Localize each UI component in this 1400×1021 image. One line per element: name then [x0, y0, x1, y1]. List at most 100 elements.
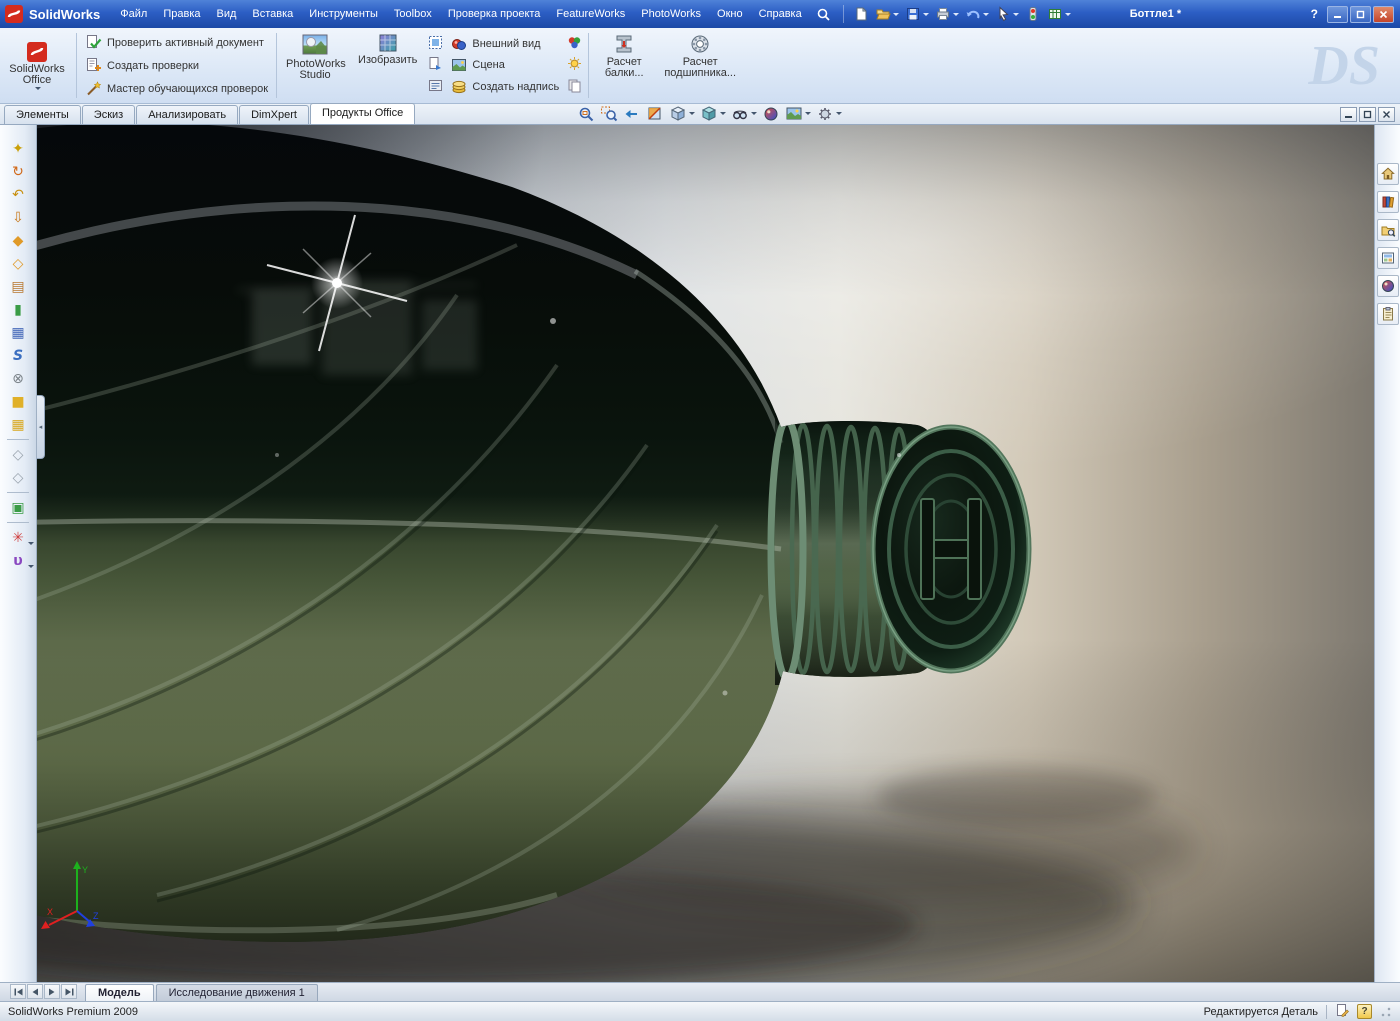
gray-diamond-tool-a-icon[interactable]: ◇ — [4, 443, 33, 466]
file-explorer-icon[interactable] — [1376, 219, 1399, 241]
panel-tool-icon[interactable]: ▤ — [4, 275, 33, 298]
print-icon[interactable] — [932, 2, 962, 26]
view-settings-icon[interactable] — [815, 104, 843, 123]
solidworks-logo-icon — [5, 5, 23, 23]
quick-tips-help-button[interactable]: ? — [1357, 1004, 1372, 1019]
yellow-grid-tool-icon[interactable]: ▦ — [4, 413, 33, 436]
menu-photoworks[interactable]: PhotoWorks — [633, 0, 709, 28]
design-library-icon[interactable] — [1376, 191, 1399, 213]
select-pointer-icon[interactable] — [992, 2, 1022, 26]
illumination-icon[interactable] — [567, 56, 582, 74]
design-table-icon[interactable] — [1044, 2, 1074, 26]
scroll-first-icon[interactable] — [10, 984, 26, 999]
bearing-calculation-button[interactable]: Расчет подшипника... — [661, 31, 739, 100]
apply-scene-icon[interactable] — [784, 104, 812, 123]
doc-close-button[interactable] — [1378, 107, 1395, 122]
appearances-scenes-icon[interactable] — [1376, 275, 1399, 297]
doc-minimize-button[interactable] — [1340, 107, 1357, 122]
decal-button[interactable]: Создать надпись — [451, 77, 559, 97]
photoworks-studio-button[interactable]: PhotoWorks Studio — [283, 31, 347, 100]
menu-insert[interactable]: Вставка — [244, 0, 301, 28]
menu-window[interactable]: Окно — [709, 0, 751, 28]
restore-button[interactable] — [1350, 5, 1371, 23]
custom-properties-icon[interactable] — [1376, 303, 1399, 325]
view-palette-icon[interactable] — [1376, 247, 1399, 269]
menu-tools[interactable]: Инструменты — [301, 0, 386, 28]
toolbar-separator — [842, 5, 844, 23]
scroll-next-icon[interactable] — [44, 984, 60, 999]
render-to-file-icon[interactable] — [428, 56, 443, 74]
display-style-icon[interactable] — [699, 104, 727, 123]
u-spline-menu-tool-icon[interactable]: υ — [4, 549, 34, 572]
asterisk-menu-tool-icon[interactable]: ✳ — [4, 526, 34, 549]
scroll-last-icon[interactable] — [61, 984, 77, 999]
tab-evaluate[interactable]: Анализировать — [136, 105, 239, 124]
learned-checks-wizard-button[interactable]: Мастер обучающихся проверок — [85, 79, 268, 99]
yellow-box-tool-icon[interactable]: ■ — [4, 390, 33, 413]
new-document-icon[interactable] — [850, 2, 872, 26]
materials-balls-icon[interactable] — [567, 35, 582, 53]
arrow-down-tool-icon[interactable]: ⇩ — [4, 206, 33, 229]
appearance-button[interactable]: Внешний вид — [451, 34, 559, 54]
solidworks-office-button[interactable]: SolidWorks Office — [0, 28, 74, 103]
save-icon[interactable] — [902, 2, 932, 26]
render-label: Изобразить — [358, 54, 418, 66]
doc-restore-button[interactable] — [1359, 107, 1376, 122]
tab-dimxpert[interactable]: DimXpert — [239, 105, 309, 124]
beam-calculation-button[interactable]: Расчет балки... — [595, 31, 653, 100]
tab-features[interactable]: Элементы — [4, 105, 81, 124]
feature-manager-splitter[interactable]: ◂ — [37, 395, 45, 459]
check-document-icon — [87, 35, 102, 49]
render-viewport[interactable]: Y X Z — [0, 15, 1400, 995]
compass-tool-icon[interactable]: ✦ — [4, 137, 33, 160]
photoworks-options-icon[interactable] — [428, 78, 443, 96]
copy-settings-icon[interactable] — [567, 78, 582, 96]
beam-calculation-label: Расчет балки... — [604, 56, 644, 79]
menu-toolbox[interactable]: Toolbox — [386, 0, 440, 28]
sphere-x-tool-icon[interactable]: ⊗ — [4, 367, 33, 390]
green-block-tool-icon[interactable]: ▮ — [4, 298, 33, 321]
check-active-document-button[interactable]: Проверить активный документ — [85, 33, 268, 53]
motion-study-tab[interactable]: Исследование движения 1 — [155, 984, 318, 1001]
menu-edit[interactable]: Правка — [155, 0, 208, 28]
render-button[interactable]: Изобразить — [355, 31, 420, 100]
menu-featureworks[interactable]: FeatureWorks — [548, 0, 633, 28]
blue-grid-tool-icon[interactable]: ▦ — [4, 321, 33, 344]
render-area-icon[interactable] — [428, 35, 443, 53]
build-checks-button[interactable]: Создать проверки — [85, 56, 268, 76]
rebuild-icon[interactable] — [1022, 2, 1044, 26]
tab-sketch[interactable]: Эскиз — [81, 105, 136, 124]
minimize-button[interactable] — [1327, 5, 1348, 23]
help-button[interactable]: ? — [1311, 7, 1318, 21]
open-document-icon[interactable] — [872, 2, 902, 26]
menu-design-checker[interactable]: Проверка проекта — [440, 0, 549, 28]
zoom-to-area-icon[interactable] — [599, 104, 619, 123]
menu-view[interactable]: Вид — [209, 0, 245, 28]
scene-icon — [452, 59, 467, 72]
hide-show-items-icon[interactable] — [730, 104, 758, 123]
previous-view-icon[interactable] — [622, 104, 642, 123]
resize-grip[interactable] — [1380, 1005, 1392, 1018]
edit-board-tool-icon[interactable]: ▣ — [4, 496, 33, 519]
undo-icon[interactable] — [962, 2, 992, 26]
diamond-outline-tool-icon[interactable]: ◇ — [4, 252, 33, 275]
scene-button[interactable]: Сцена — [451, 55, 559, 75]
diamond-filled-tool-icon[interactable]: ◆ — [4, 229, 33, 252]
solidworks-resources-icon[interactable] — [1376, 163, 1399, 185]
menu-help[interactable]: Справка — [751, 0, 810, 28]
rotate-tool-icon[interactable]: ↻ — [4, 160, 33, 183]
zoom-to-fit-icon[interactable] — [576, 104, 596, 123]
model-tab[interactable]: Модель — [85, 984, 154, 1001]
edit-appearance-icon[interactable] — [761, 104, 781, 123]
close-button[interactable] — [1373, 5, 1394, 23]
gray-diamond-tool-b-icon[interactable]: ◇ — [4, 466, 33, 489]
section-view-icon[interactable] — [645, 104, 665, 123]
view-orientation-icon[interactable] — [668, 104, 696, 123]
tab-office-products[interactable]: Продукты Office — [309, 103, 416, 124]
graphics-area[interactable]: Y X Z — [0, 15, 1400, 995]
search-icon[interactable] — [816, 7, 831, 22]
spline-tool-icon[interactable]: S — [4, 344, 33, 367]
menu-file[interactable]: Файл — [112, 0, 155, 28]
scroll-previous-icon[interactable] — [27, 984, 43, 999]
undo-curve-tool-icon[interactable]: ↶ — [4, 183, 33, 206]
